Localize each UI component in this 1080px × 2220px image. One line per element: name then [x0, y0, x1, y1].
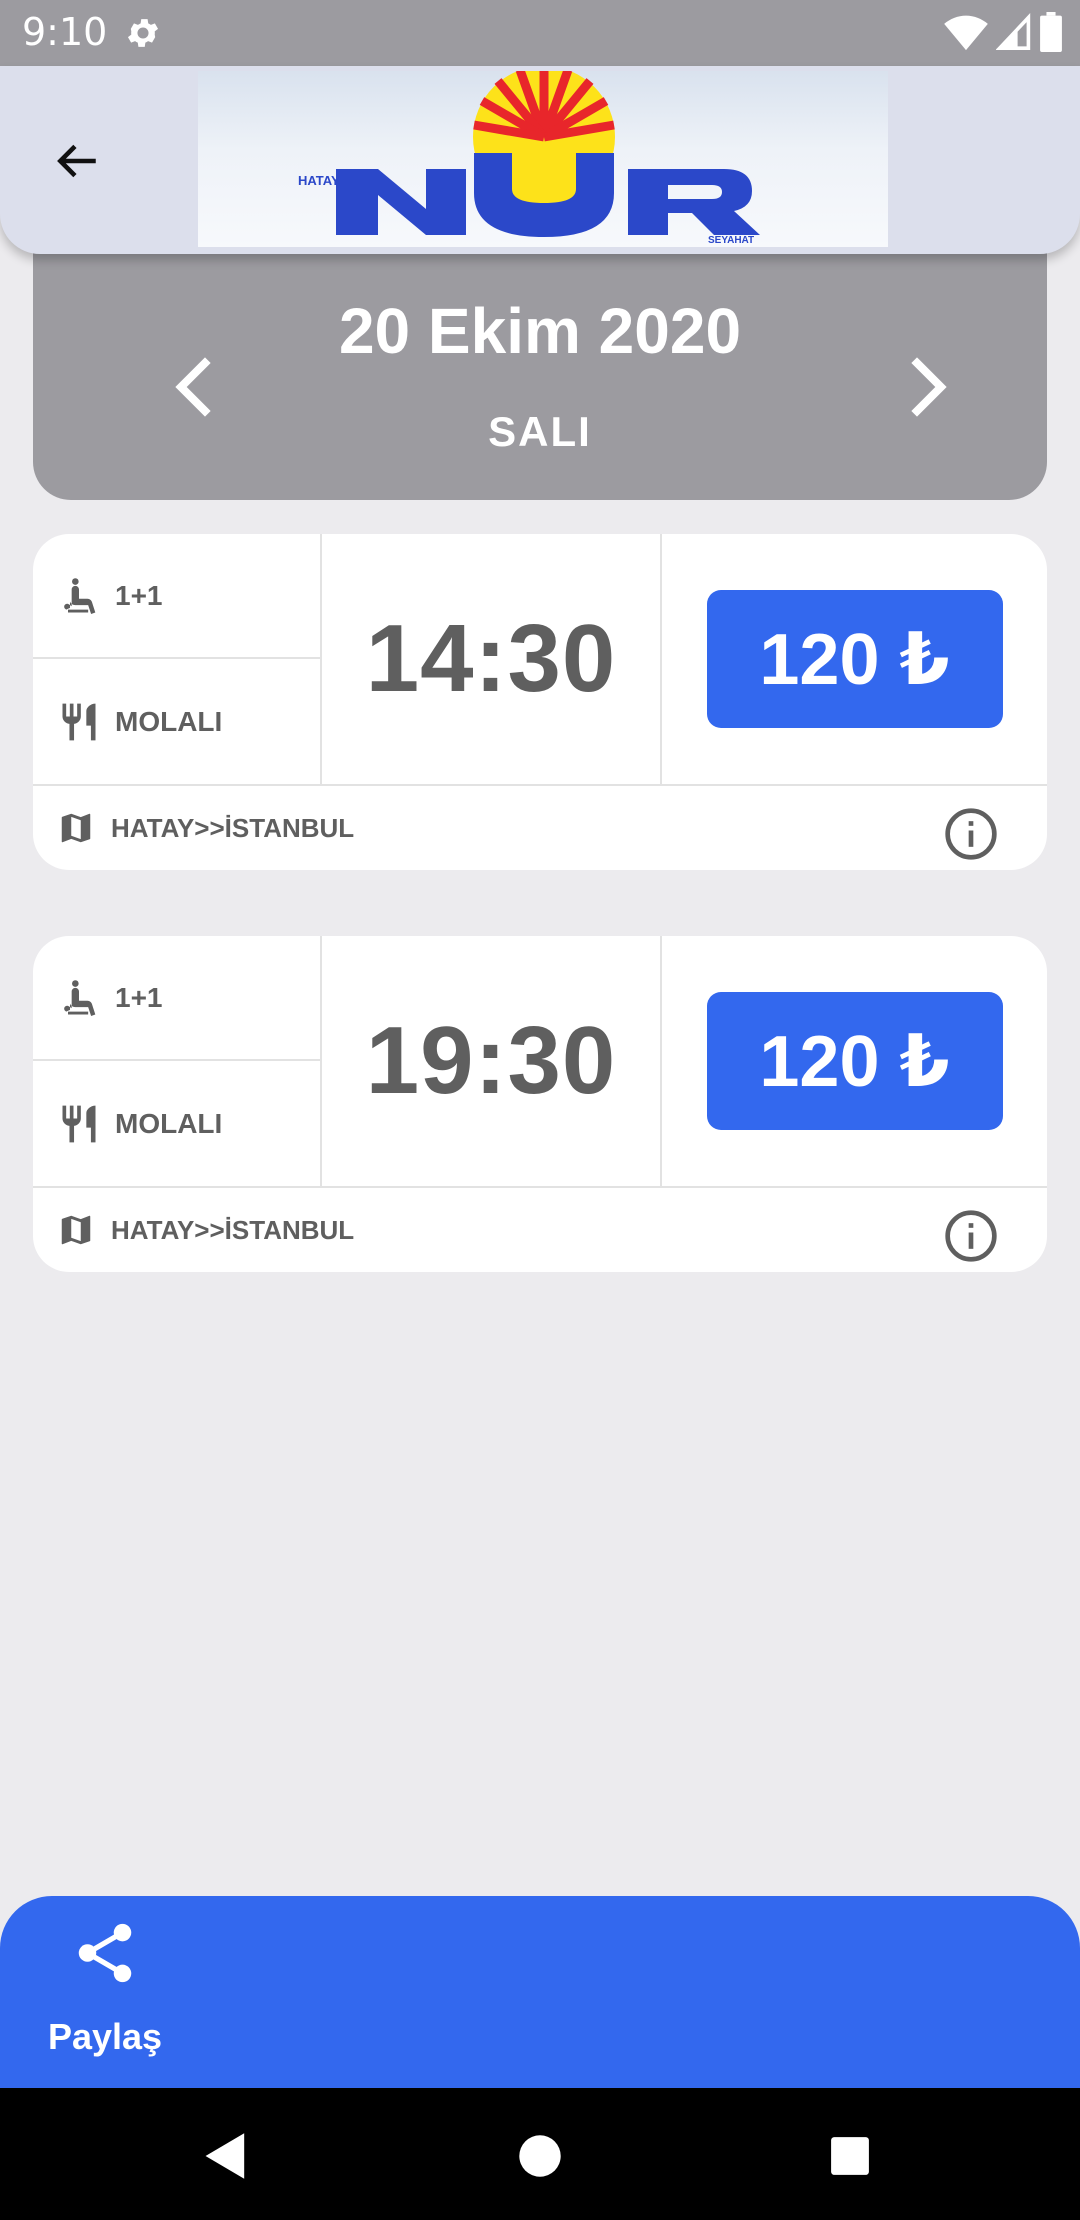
battery-icon: [1040, 12, 1062, 52]
chevron-right-icon: [911, 357, 947, 417]
system-recents-button[interactable]: [820, 2126, 880, 2186]
seat-icon: [57, 574, 101, 618]
trip-features: 1+1 MOLALI: [33, 936, 322, 1186]
wifi-icon: [944, 15, 988, 51]
share-label: Paylaş: [47, 2016, 163, 2057]
share-button[interactable]: Paylaş: [32, 1918, 178, 2068]
route-label: HATAY>>İSTANBUL: [111, 1214, 355, 1245]
departure-time: 14:30: [365, 605, 617, 712]
restaurant-icon: [57, 700, 101, 744]
next-day-button[interactable]: [901, 352, 957, 422]
square-recents-icon: [831, 2137, 869, 2175]
break-info-row: MOLALI: [33, 1061, 322, 1186]
route-row: HATAY>>İSTANBUL: [33, 1186, 1047, 1272]
seat-layout-label: 1+1: [115, 981, 163, 1013]
break-label: MOLALI: [115, 1107, 223, 1139]
break-info-row: MOLALI: [33, 659, 322, 784]
system-home-button[interactable]: [510, 2126, 570, 2186]
departure-time: 19:30: [365, 1007, 617, 1114]
back-arrow-icon: [57, 144, 96, 178]
share-icon: [78, 1923, 132, 1983]
signal-icon: [996, 13, 1031, 50]
status-time: 9:10: [22, 10, 108, 54]
brand-logo: HATAY SEYAHAT: [198, 71, 888, 247]
settings-icon: [127, 19, 159, 47]
app-header: HATAY SEYAHAT: [0, 66, 1080, 254]
circle-home-icon: [519, 2135, 561, 2177]
restaurant-icon: [57, 1102, 101, 1146]
status-icons: [944, 12, 1062, 52]
price-button[interactable]: 120 ₺: [706, 992, 1003, 1130]
logo-top-text: HATAY: [298, 173, 340, 188]
price-button[interactable]: 120 ₺: [706, 590, 1003, 728]
seat-layout-label: 1+1: [115, 579, 163, 611]
route-row: HATAY>>İSTANBUL: [33, 784, 1047, 870]
trip-card[interactable]: 1+1 MOLALI 14:30 120 ₺ HATAY>>İSTANBUL: [33, 534, 1047, 870]
seat-layout-row: 1+1: [33, 534, 322, 659]
date-selector: 20 Ekim 2020 SALI: [33, 232, 1047, 500]
trip-features: 1+1 MOLALI: [33, 534, 322, 784]
status-bar: 9:10: [0, 0, 1080, 66]
system-navigation-bar: [0, 2088, 1080, 2220]
price-cell: 120 ₺: [662, 534, 1047, 784]
departure-time-cell: 19:30: [322, 936, 662, 1186]
bottom-bar: Paylaş: [0, 1896, 1080, 2088]
system-back-button[interactable]: [196, 2126, 256, 2186]
map-icon: [57, 1210, 97, 1250]
departure-time-cell: 14:30: [322, 534, 662, 784]
break-label: MOLALI: [115, 705, 223, 737]
price-cell: 120 ₺: [662, 936, 1047, 1186]
logo-sun-rays: [473, 71, 615, 142]
map-icon: [57, 808, 97, 848]
triangle-back-icon: [205, 2133, 245, 2179]
seat-icon: [57, 976, 101, 1020]
route-label: HATAY>>İSTANBUL: [111, 812, 355, 843]
info-icon[interactable]: [943, 806, 999, 862]
trip-card[interactable]: 1+1 MOLALI 19:30 120 ₺ HATAY>>İSTANBUL: [33, 936, 1047, 1272]
previous-day-button[interactable]: [165, 352, 221, 422]
back-button[interactable]: [44, 128, 110, 194]
info-icon[interactable]: [943, 1208, 999, 1264]
chevron-left-icon: [175, 357, 211, 417]
seat-layout-row: 1+1: [33, 936, 322, 1061]
logo-bottom-text: SEYAHAT: [708, 235, 754, 246]
